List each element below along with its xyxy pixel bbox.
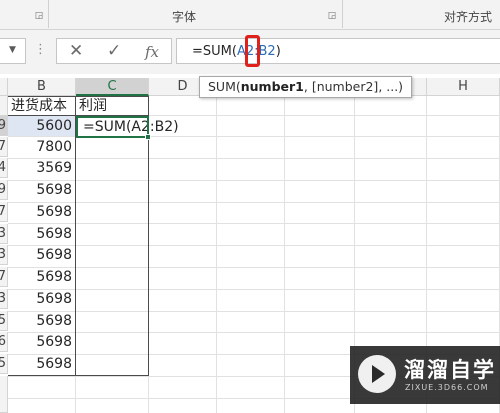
cell-b1[interactable]: 进货成本 bbox=[8, 96, 75, 116]
cell-b12[interactable]: 5698 bbox=[8, 332, 75, 352]
ribbon-separator bbox=[342, 0, 343, 28]
watermark-title: 溜溜自学 bbox=[404, 358, 496, 382]
cell-b2[interactable]: 5600 bbox=[8, 116, 75, 136]
row-header[interactable]: 9 bbox=[0, 180, 8, 200]
row-header[interactable] bbox=[0, 376, 8, 413]
chevron-down-icon[interactable]: ▼ bbox=[9, 45, 16, 55]
row-header[interactable]: 9 bbox=[0, 116, 8, 136]
cell-c1[interactable]: 利润 bbox=[76, 96, 148, 116]
row-header[interactable] bbox=[0, 96, 8, 116]
name-box[interactable]: ▼ bbox=[0, 38, 26, 64]
cell-b7[interactable]: 5698 bbox=[8, 224, 75, 244]
column-header-c[interactable]: C bbox=[76, 78, 149, 96]
row-header[interactable]: 6 bbox=[0, 332, 8, 352]
watermark-logo: 溜溜自学 ZIXUE.3D66.COM bbox=[350, 346, 500, 404]
ribbon-separator bbox=[48, 0, 49, 28]
table-border bbox=[75, 96, 76, 376]
column-header-b[interactable]: B bbox=[8, 78, 76, 96]
cell-b6[interactable]: 5698 bbox=[8, 202, 75, 222]
cell-b8[interactable]: 5698 bbox=[8, 245, 75, 265]
row-header[interactable]: 3 bbox=[0, 224, 8, 244]
cell-b4[interactable]: 3569 bbox=[8, 158, 75, 178]
row-header[interactable]: 7 bbox=[0, 267, 8, 287]
watermark-url: ZIXUE.3D66.COM bbox=[405, 383, 489, 392]
cell-b5[interactable]: 5698 bbox=[8, 180, 75, 200]
formula-text: =SUM(A2:B2) bbox=[192, 44, 281, 59]
play-logo-icon bbox=[358, 355, 396, 393]
formula-input[interactable]: =SUM(A2:B2) bbox=[176, 38, 500, 64]
launcher-icon[interactable]: ◲ bbox=[34, 11, 44, 21]
row-header[interactable]: 3 bbox=[0, 289, 8, 309]
cancel-icon[interactable]: ✕ bbox=[69, 41, 83, 61]
table-border bbox=[8, 96, 149, 97]
row-header[interactable]: 3 bbox=[0, 245, 8, 265]
row-header[interactable]: 5 bbox=[0, 311, 8, 331]
annotation-highlight-box bbox=[245, 35, 260, 67]
cell-b11[interactable]: 5698 bbox=[8, 311, 75, 331]
row-header[interactable]: 7 bbox=[0, 137, 8, 157]
cell-b10[interactable]: 5698 bbox=[8, 289, 75, 309]
ribbon-group-font-label: 字体 bbox=[172, 10, 197, 24]
table-border bbox=[8, 375, 149, 376]
column-header-h[interactable]: H bbox=[427, 78, 500, 96]
corner-header[interactable] bbox=[0, 78, 8, 96]
cell-b13[interactable]: 5698 bbox=[8, 354, 75, 374]
ribbon-group-labels: ◲ 字体 ◲ 对齐方式 bbox=[0, 0, 500, 30]
ribbon-group-alignment-label: 对齐方式 bbox=[444, 10, 493, 24]
insert-function-icon[interactable]: fx bbox=[145, 42, 159, 62]
cell-b3[interactable]: 7800 bbox=[8, 137, 75, 157]
active-cell-selection[interactable] bbox=[76, 116, 149, 138]
grip-icon[interactable]: ⋮ bbox=[34, 42, 47, 58]
row-header[interactable]: 7 bbox=[0, 202, 8, 222]
function-argument-tooltip[interactable]: SUM(number1, [number2], ...) bbox=[199, 76, 413, 98]
row-header[interactable]: 5 bbox=[0, 354, 8, 374]
font-dialog-launcher-icon[interactable]: ◲ bbox=[327, 11, 337, 21]
row-header[interactable]: 4 bbox=[0, 158, 8, 178]
formula-buttons: ✕ ✓ fx bbox=[56, 38, 172, 64]
fill-handle[interactable] bbox=[145, 134, 151, 140]
cell-b9[interactable]: 5698 bbox=[8, 267, 75, 287]
enter-check-icon[interactable]: ✓ bbox=[107, 41, 121, 61]
